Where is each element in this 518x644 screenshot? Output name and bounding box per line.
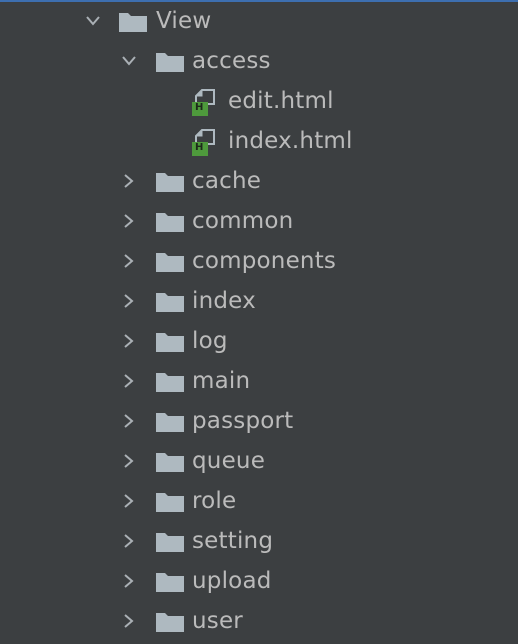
chevron-right-icon[interactable] [118, 330, 140, 352]
tree-row-folder[interactable]: upload [0, 562, 518, 602]
tree-label-folder: components [192, 248, 337, 274]
tree-label-view: View [156, 8, 212, 34]
tree-label-folder: user [192, 608, 243, 634]
tree-row-folder[interactable]: common [0, 202, 518, 242]
tree-label-folder: upload [192, 568, 272, 594]
folder-icon [155, 491, 185, 513]
folder-icon [155, 251, 185, 273]
chevron-right-icon[interactable] [118, 450, 140, 472]
folder-icon [155, 331, 185, 353]
html-file-icon: H [192, 86, 220, 116]
tree-label-file: index.html [228, 128, 353, 154]
html-file-icon: H [192, 126, 220, 156]
folder-icon [155, 411, 185, 433]
tree-label-folder: log [192, 328, 228, 354]
folder-icon [118, 11, 148, 33]
chevron-right-icon[interactable] [118, 170, 140, 192]
tree-row-folder[interactable]: index [0, 282, 518, 322]
tree-row-folder[interactable]: user [0, 602, 518, 642]
chevron-right-icon[interactable] [118, 490, 140, 512]
tree-row-folder[interactable]: main [0, 362, 518, 402]
tree-row-file[interactable]: H edit.html [0, 82, 518, 122]
tree-row-folder[interactable]: queue [0, 442, 518, 482]
tree-row-folder[interactable]: passport [0, 402, 518, 442]
chevron-right-icon[interactable] [118, 250, 140, 272]
chevron-right-icon[interactable] [118, 370, 140, 392]
tree-label-folder: setting [192, 528, 274, 554]
tree-row-folder[interactable]: cache [0, 162, 518, 202]
folder-icon [155, 371, 185, 393]
chevron-right-icon[interactable] [118, 610, 140, 632]
folder-icon [155, 451, 185, 473]
html-badge-letter: H [195, 102, 204, 113]
html-badge-letter: H [195, 142, 204, 153]
tree-row-folder[interactable]: setting [0, 522, 518, 562]
folder-icon [155, 171, 185, 193]
tree-row-folder[interactable]: components [0, 242, 518, 282]
tree-row-view[interactable]: View [0, 2, 518, 42]
chevron-right-icon[interactable] [118, 290, 140, 312]
tree-label-folder: role [192, 488, 237, 514]
tree-row-folder[interactable]: log [0, 322, 518, 362]
chevron-right-icon[interactable] [118, 530, 140, 552]
chevron-right-icon[interactable] [118, 210, 140, 232]
chevron-right-icon[interactable] [118, 570, 140, 592]
chevron-down-icon[interactable] [82, 10, 104, 32]
folder-icon [155, 211, 185, 233]
folder-icon [155, 571, 185, 593]
tree-label-file: edit.html [228, 88, 334, 114]
tree-label-folder: index [192, 288, 256, 314]
folder-icon [155, 531, 185, 553]
tree-label-folder: cache [192, 168, 262, 194]
tree-label-access: access [192, 48, 271, 74]
tree-row-folder[interactable]: role [0, 482, 518, 522]
tree-label-folder: queue [192, 448, 266, 474]
folder-icon [155, 291, 185, 313]
tree-label-folder: main [192, 368, 251, 394]
folder-icon [155, 51, 185, 73]
tree-label-folder: passport [192, 408, 294, 434]
chevron-right-icon[interactable] [118, 410, 140, 432]
tree-label-folder: common [192, 208, 294, 234]
folder-icon [155, 611, 185, 633]
chevron-down-icon[interactable] [118, 50, 140, 72]
tree-row-file[interactable]: H index.html [0, 122, 518, 162]
tree-row-access[interactable]: access [0, 42, 518, 82]
